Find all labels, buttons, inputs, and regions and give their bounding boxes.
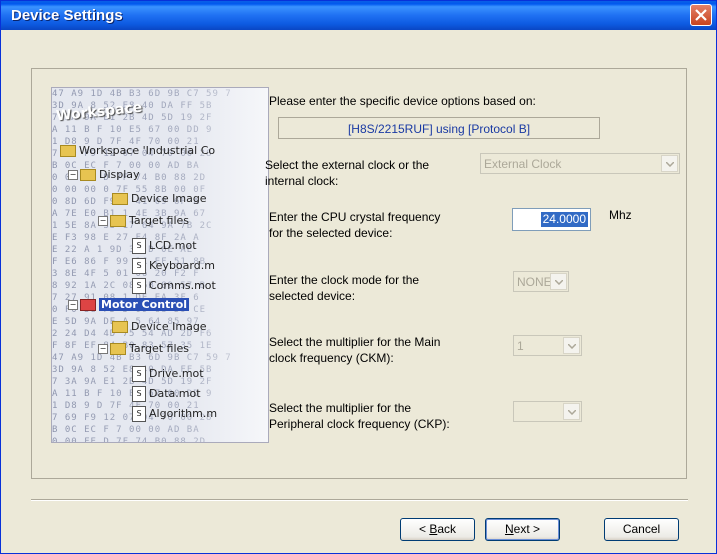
file-icon: S [132,386,146,402]
clock-mode-select[interactable]: NONE [513,271,569,292]
intro-text: Please enter the specific device options… [269,94,536,108]
cancel-button[interactable]: Cancel [604,518,679,541]
tree-target-files-2: − Target files [98,342,190,355]
ckp-select[interactable] [513,401,582,422]
window-title: Device Settings [11,7,123,24]
tree-drive: S Drive.mot [132,366,204,382]
folder-icon [80,169,96,181]
device-info-box: [H8S/2215RUF] using [Protocol B] [278,117,600,139]
chevron-down-icon [666,162,674,167]
device-info-text: [H8S/2215RUF] using [Protocol B] [347,122,531,136]
footer-separator [31,499,688,501]
tree-data: S Data.mot [132,386,201,402]
chevron-down-icon [568,410,576,415]
folder-icon [112,193,128,205]
collapse-icon: − [98,344,108,354]
tree-algorithm: S Algorithm.m [132,406,217,422]
file-icon: S [132,366,146,382]
folder-icon [112,321,128,333]
folder-icon [110,215,126,227]
ckm-dropdown-button[interactable] [563,337,580,354]
clock-mode-dropdown-button[interactable] [550,273,567,290]
tree-target-files-1: − Target files [98,214,190,227]
tree-comms: S Comms.mot [132,278,216,294]
tree-device-image-2: Device Image [112,320,207,333]
collapse-icon: − [98,216,108,226]
next-button[interactable]: Next > [485,518,560,541]
close-icon [695,9,707,21]
file-icon: S [132,406,146,422]
chevron-down-icon [568,344,576,349]
file-icon: S [132,258,146,274]
clock-source-dropdown-button[interactable] [661,155,678,172]
ckp-dropdown-button[interactable] [563,403,580,420]
tree-lcd: S LCD.mot [132,238,197,254]
workspace-icon [60,145,76,157]
back-button[interactable]: < Back [400,518,475,541]
file-icon: S [132,278,146,294]
tree-motor-control: − Motor Control [68,298,190,311]
ckm-select[interactable]: 1 [513,335,582,356]
folder-icon [80,299,96,311]
close-button[interactable] [690,4,712,26]
clock-source-label: Select the external clock or the internal… [265,158,430,188]
title-bar[interactable]: Device Settings [1,1,716,30]
tree-workspace: Workspace 'Industrial Co [60,144,215,157]
tree-display: − Display [68,168,140,181]
clock-mode-label: Enter the clock mode for the selected dev… [269,273,420,303]
ckm-label: Select the multiplier for the Main clock … [269,335,441,365]
cpu-freq-input[interactable]: 24.0000 [512,208,591,231]
collapse-icon: − [68,300,78,310]
file-icon: S [132,238,146,254]
tree-device-image-1: Device Image [112,192,207,205]
clock-source-select[interactable]: External Clock [480,153,680,174]
chevron-down-icon [555,280,563,285]
device-settings-window: Device Settings 47 A9 1D 4B B3 6D 9B C7 … [0,0,717,554]
cpu-freq-unit: Mhz [609,208,632,222]
tree-keyboard: S Keyboard.m [132,258,215,274]
cpu-freq-label: Enter the CPU crystal frequency for the s… [269,210,441,240]
workspace-illustration: 47 A9 1D 4B B3 6D 9B C7 59 73D 9A 8 52 E… [51,87,269,443]
folder-icon [110,343,126,355]
ckp-label: Select the multiplier for the Peripheral … [269,401,450,431]
collapse-icon: − [68,170,78,180]
